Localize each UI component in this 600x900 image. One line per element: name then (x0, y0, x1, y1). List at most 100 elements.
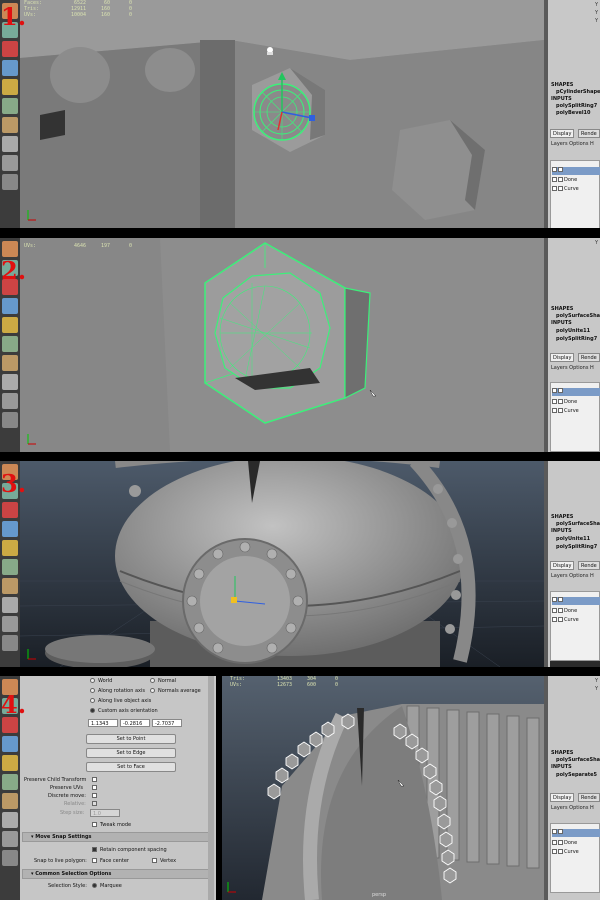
move-tool-icon[interactable] (2, 502, 18, 518)
shape-node[interactable]: pCylinderShape (556, 89, 600, 95)
radio-live-object-axis[interactable]: Along live object axis (90, 698, 151, 704)
radio-normals-average[interactable]: Normals average (150, 688, 201, 694)
layer-row[interactable]: Curve (552, 186, 600, 194)
manipulator-tool-icon[interactable] (2, 774, 18, 790)
manipulator-tool-icon[interactable] (2, 336, 18, 352)
radio-marquee[interactable]: Marquee (92, 883, 122, 889)
layout-four-icon[interactable] (2, 616, 18, 632)
layer-row-selected[interactable] (552, 597, 600, 605)
viewport-3[interactable] (20, 461, 544, 667)
layout-two-icon[interactable] (2, 850, 18, 866)
shape-node[interactable]: polySurfaceSha (556, 757, 600, 763)
layout-single-icon[interactable] (2, 812, 18, 828)
layer-row[interactable]: Done (552, 608, 600, 616)
scale-tool-icon[interactable] (2, 79, 18, 95)
set-to-edge-button[interactable]: Set to Edge (86, 748, 176, 758)
move-snap-section-header[interactable]: ▾ Move Snap Settings (22, 832, 212, 842)
layer-row-selected[interactable] (552, 388, 600, 396)
layer-row[interactable]: Curve (552, 849, 600, 857)
discrete-move-checkbox[interactable] (92, 793, 97, 798)
layout-four-icon[interactable] (2, 393, 18, 409)
rotate-tool-icon[interactable] (2, 736, 18, 752)
input-node[interactable]: polySplitRing7 (556, 103, 597, 109)
channel-box: Y Y SHAPES polySurfaceSha INPUTS polySep… (548, 676, 600, 900)
tab-display[interactable]: Display (550, 793, 575, 802)
layer-menu[interactable]: Layers Options H (551, 365, 594, 371)
tweak-mode-checkbox[interactable]: Tweak mode (92, 822, 131, 828)
manipulator-tool-icon[interactable] (2, 98, 18, 114)
layout-two-icon[interactable] (2, 635, 18, 651)
layer-menu[interactable]: Layers Options H (551, 141, 594, 147)
face-center-checkbox[interactable]: Face center (92, 858, 129, 864)
layout-four-icon[interactable] (2, 831, 18, 847)
retain-spacing-checkbox[interactable]: Retain component spacing (92, 847, 167, 853)
manipulator-tool-icon[interactable] (2, 559, 18, 575)
radio-rotation-axis[interactable]: Along rotation axis (90, 688, 145, 694)
viewport-2[interactable] (20, 238, 544, 452)
step-size-field[interactable]: 1.0 (90, 809, 120, 817)
input-node[interactable]: polySplitRing7 (556, 336, 597, 342)
layer-menu[interactable]: Layers Options H (551, 573, 594, 579)
layer-row[interactable]: Curve (552, 408, 600, 416)
scale-tool-icon[interactable] (2, 540, 18, 556)
layer-row[interactable]: Done (552, 399, 600, 407)
rotate-tool-icon[interactable] (2, 298, 18, 314)
viewport-4[interactable] (222, 676, 544, 900)
input-node[interactable]: polyUnite11 (556, 328, 590, 334)
scale-tool-icon[interactable] (2, 317, 18, 333)
shape-node[interactable]: polySurfaceShap (556, 521, 600, 527)
layout-single-icon[interactable] (2, 597, 18, 613)
radio-custom-axis[interactable]: Custom axis orientation (90, 708, 158, 714)
relative-checkbox[interactable] (92, 801, 97, 806)
layer-menu[interactable]: Layers Options H (551, 805, 594, 811)
soft-select-tool-icon[interactable] (2, 578, 18, 594)
layout-two-icon[interactable] (2, 412, 18, 428)
soft-select-tool-icon[interactable] (2, 355, 18, 371)
vertex-checkbox[interactable]: Vertex (152, 858, 176, 864)
tab-render[interactable]: Rende (578, 129, 600, 138)
tab-render[interactable]: Rende (578, 561, 600, 570)
layer-row[interactable]: Done (552, 177, 600, 185)
layout-two-icon[interactable] (2, 174, 18, 190)
preserve-child-checkbox[interactable] (92, 777, 97, 782)
panel-step-4: World Normal Along rotation axis Normals… (0, 676, 600, 900)
layer-row-selected[interactable] (552, 167, 600, 175)
layout-single-icon[interactable] (2, 136, 18, 152)
select-tool-icon[interactable] (2, 241, 18, 257)
coord-x-field[interactable]: 1.1343 (88, 719, 118, 727)
preserve-uvs-checkbox[interactable] (92, 785, 97, 790)
input-node[interactable]: polyBevel10 (556, 110, 591, 116)
radio-world[interactable]: World (90, 678, 112, 684)
layer-row[interactable]: Done (552, 840, 600, 848)
move-tool-icon[interactable] (2, 717, 18, 733)
coord-z-field[interactable]: -2.7037 (152, 719, 182, 727)
selection-style-label: Selection Style: (48, 883, 87, 889)
rotate-tool-icon[interactable] (2, 521, 18, 537)
radio-normal[interactable]: Normal (150, 678, 176, 684)
input-node[interactable]: polySplitRing7 (556, 544, 597, 550)
rotate-tool-icon[interactable] (2, 60, 18, 76)
tab-display[interactable]: Display (550, 129, 575, 138)
common-selection-section-header[interactable]: ▾ Common Selection Options (22, 869, 212, 879)
tool-settings-scrollbar[interactable] (208, 676, 214, 900)
layout-single-icon[interactable] (2, 374, 18, 390)
move-tool-icon[interactable] (2, 41, 18, 57)
tab-render[interactable]: Rende (578, 793, 600, 802)
tab-render[interactable]: Rende (578, 353, 600, 362)
tab-display[interactable]: Display (550, 353, 575, 362)
soft-select-tool-icon[interactable] (2, 793, 18, 809)
shape-node[interactable]: polySurfaceShap (556, 313, 600, 319)
viewport-1[interactable] (20, 0, 544, 228)
set-to-point-button[interactable]: Set to Point (86, 734, 176, 744)
coord-y-field[interactable]: -0.2816 (120, 719, 150, 727)
input-node[interactable]: polySeparate5 (556, 772, 597, 778)
layer-row-selected[interactable] (552, 829, 600, 837)
input-node[interactable]: polyUnite11 (556, 536, 590, 542)
layout-four-icon[interactable] (2, 155, 18, 171)
set-to-face-button[interactable]: Set to Face (86, 762, 176, 772)
tab-display[interactable]: Display (550, 561, 575, 570)
scene-boiler-bolts-selected (222, 676, 544, 900)
layer-row[interactable]: Curve (552, 617, 600, 625)
soft-select-tool-icon[interactable] (2, 117, 18, 133)
scale-tool-icon[interactable] (2, 755, 18, 771)
